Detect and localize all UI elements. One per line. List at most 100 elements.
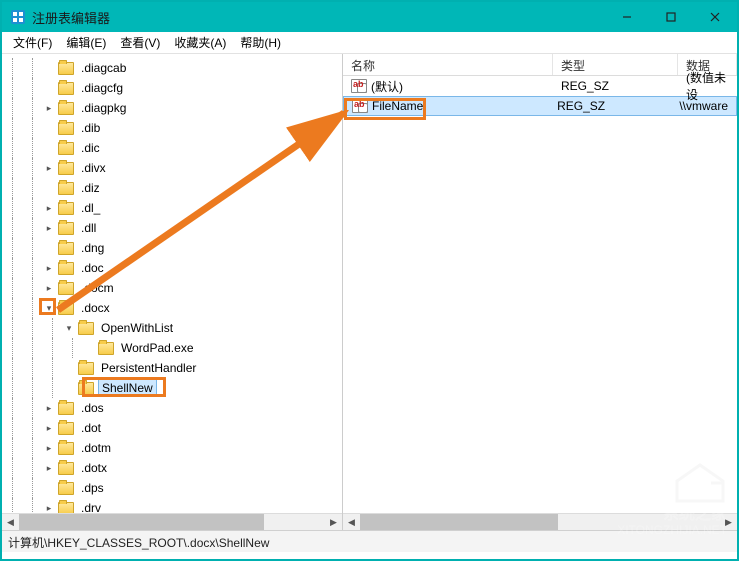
tree-item[interactable]: .dng bbox=[2, 238, 342, 258]
tree-item[interactable]: ▸ .dot bbox=[2, 418, 342, 438]
tree-item-label: .diz bbox=[78, 180, 103, 196]
list-hscrollbar[interactable]: ◀ ▶ bbox=[343, 513, 737, 530]
value-row[interactable]: (默认)REG_SZ(数值未设 bbox=[343, 76, 737, 96]
folder-icon bbox=[58, 82, 74, 95]
tree-item-label: .dng bbox=[78, 240, 107, 256]
tree-item-label: OpenWithList bbox=[98, 320, 176, 336]
tree-item[interactable]: ▸ .dotx bbox=[2, 458, 342, 478]
scrollbar-thumb[interactable] bbox=[19, 514, 264, 530]
tree-item[interactable]: PersistentHandler bbox=[2, 358, 342, 378]
tree-item-label: .dll bbox=[78, 220, 99, 236]
scrollbar-thumb[interactable] bbox=[360, 514, 558, 530]
tree-item-label: .doc bbox=[78, 260, 107, 276]
expand-icon[interactable]: ▸ bbox=[42, 441, 56, 455]
folder-icon bbox=[58, 202, 74, 215]
scroll-left-icon[interactable]: ◀ bbox=[2, 514, 19, 531]
tree-item[interactable]: .diz bbox=[2, 178, 342, 198]
expand-icon[interactable]: ▸ bbox=[42, 281, 56, 295]
expand-icon[interactable]: ▸ bbox=[42, 221, 56, 235]
tree-item[interactable]: WordPad.exe bbox=[2, 338, 342, 358]
tree-item[interactable]: ▾ OpenWithList bbox=[2, 318, 342, 338]
menu-bar: 文件(F) 编辑(E) 查看(V) 收藏夹(A) 帮助(H) bbox=[2, 32, 737, 54]
tree-item[interactable]: ▸ .dll bbox=[2, 218, 342, 238]
tree-item[interactable]: ▸ .doc bbox=[2, 258, 342, 278]
tree-item-label: .dot bbox=[78, 420, 104, 436]
tree-item[interactable]: ShellNew bbox=[2, 378, 342, 398]
status-path: 计算机\HKEY_CLASSES_ROOT\.docx\ShellNew bbox=[8, 536, 269, 550]
tree-item[interactable]: .diagcab bbox=[2, 58, 342, 78]
folder-icon bbox=[58, 282, 74, 295]
tree-item-label: .divx bbox=[78, 160, 109, 176]
column-type[interactable]: 类型 bbox=[553, 54, 678, 75]
expand-icon[interactable]: ▸ bbox=[42, 161, 56, 175]
tree-hscrollbar[interactable]: ◀ ▶ bbox=[2, 513, 342, 530]
registry-tree[interactable]: .diagcab .diagcfg▸.diagpkg .dib .dic ▸ .divx.… bbox=[2, 54, 342, 530]
value-data: \\vmware bbox=[671, 99, 736, 113]
listview-body: (默认)REG_SZ(数值未设FileNameREG_SZ\\vmware bbox=[343, 76, 737, 116]
value-row[interactable]: FileName REG_SZ\\vmware bbox=[343, 96, 737, 116]
regedit-icon bbox=[10, 9, 26, 25]
folder-icon bbox=[58, 422, 74, 435]
folder-icon bbox=[78, 322, 94, 335]
tree-item[interactable]: ▸ .docm bbox=[2, 278, 342, 298]
folder-icon bbox=[58, 302, 74, 315]
tree-item[interactable]: ▸ .dl_ bbox=[2, 198, 342, 218]
tree-item-label: .dib bbox=[78, 120, 103, 136]
menu-edit[interactable]: 编辑(E) bbox=[59, 32, 113, 53]
tree-item-label: .dl_ bbox=[78, 200, 103, 216]
minimize-button[interactable] bbox=[605, 2, 649, 32]
expand-icon[interactable]: ▸ bbox=[42, 461, 56, 475]
collapse-icon[interactable]: ▾ bbox=[42, 301, 56, 315]
expand-icon[interactable]: ▸ bbox=[42, 261, 56, 275]
value-type: REG_SZ bbox=[553, 79, 678, 93]
menu-help[interactable]: 帮助(H) bbox=[233, 32, 288, 53]
folder-icon bbox=[58, 262, 74, 275]
collapse-icon[interactable]: ▾ bbox=[62, 321, 76, 335]
maximize-button[interactable] bbox=[649, 2, 693, 32]
tree-item[interactable]: .dic bbox=[2, 138, 342, 158]
expand-icon[interactable]: ▸ bbox=[42, 101, 56, 115]
tree-item[interactable]: ▸ .divx bbox=[2, 158, 342, 178]
value-data: (数值未设 bbox=[678, 69, 737, 103]
expand-icon[interactable]: ▸ bbox=[42, 201, 56, 215]
folder-icon bbox=[58, 242, 74, 255]
value-type: REG_SZ bbox=[549, 99, 671, 113]
scroll-right-icon[interactable]: ▶ bbox=[720, 514, 737, 531]
tree-item-label: .docx bbox=[78, 300, 113, 316]
tree-item-label: .dotm bbox=[78, 440, 114, 456]
menu-view[interactable]: 查看(V) bbox=[113, 32, 167, 53]
string-value-icon bbox=[351, 79, 367, 93]
menu-file[interactable]: 文件(F) bbox=[6, 32, 59, 53]
expand-icon[interactable]: ▸ bbox=[42, 421, 56, 435]
tree-item[interactable]: ▸ .dos bbox=[2, 398, 342, 418]
main-split: .diagcab .diagcfg▸.diagpkg .dib .dic ▸ .divx.… bbox=[2, 54, 737, 530]
title-bar: 注册表编辑器 bbox=[2, 2, 737, 32]
tree-item-label: .diagcab bbox=[78, 60, 129, 76]
tree-item[interactable]: .dib bbox=[2, 118, 342, 138]
close-button[interactable] bbox=[693, 2, 737, 32]
scroll-left-icon[interactable]: ◀ bbox=[343, 514, 360, 531]
tree-item-label: .docm bbox=[78, 280, 117, 296]
folder-icon bbox=[58, 222, 74, 235]
tree-item[interactable]: ▸.diagpkg bbox=[2, 98, 342, 118]
tree-item-label: .dos bbox=[78, 400, 107, 416]
folder-icon bbox=[58, 182, 74, 195]
tree-item-label: PersistentHandler bbox=[98, 360, 199, 376]
expand-icon[interactable]: ▸ bbox=[42, 401, 56, 415]
tree-item[interactable]: ▾ .docx bbox=[2, 298, 342, 318]
status-bar: 计算机\HKEY_CLASSES_ROOT\.docx\ShellNew bbox=[2, 530, 737, 552]
folder-icon bbox=[98, 342, 114, 355]
column-name[interactable]: 名称 bbox=[343, 54, 553, 75]
folder-icon bbox=[58, 482, 74, 495]
folder-icon bbox=[58, 162, 74, 175]
menu-favorites[interactable]: 收藏夹(A) bbox=[167, 32, 233, 53]
tree-item[interactable]: ▸ .dotm bbox=[2, 438, 342, 458]
tree-pane: .diagcab .diagcfg▸.diagpkg .dib .dic ▸ .divx.… bbox=[2, 54, 343, 530]
scroll-right-icon[interactable]: ▶ bbox=[325, 514, 342, 531]
folder-icon bbox=[58, 462, 74, 475]
tree-item[interactable]: .diagcfg bbox=[2, 78, 342, 98]
value-name: FileName bbox=[372, 99, 423, 113]
tree-item[interactable]: .dps bbox=[2, 478, 342, 498]
tree-item-label: .dotx bbox=[78, 460, 110, 476]
folder-icon bbox=[58, 142, 74, 155]
